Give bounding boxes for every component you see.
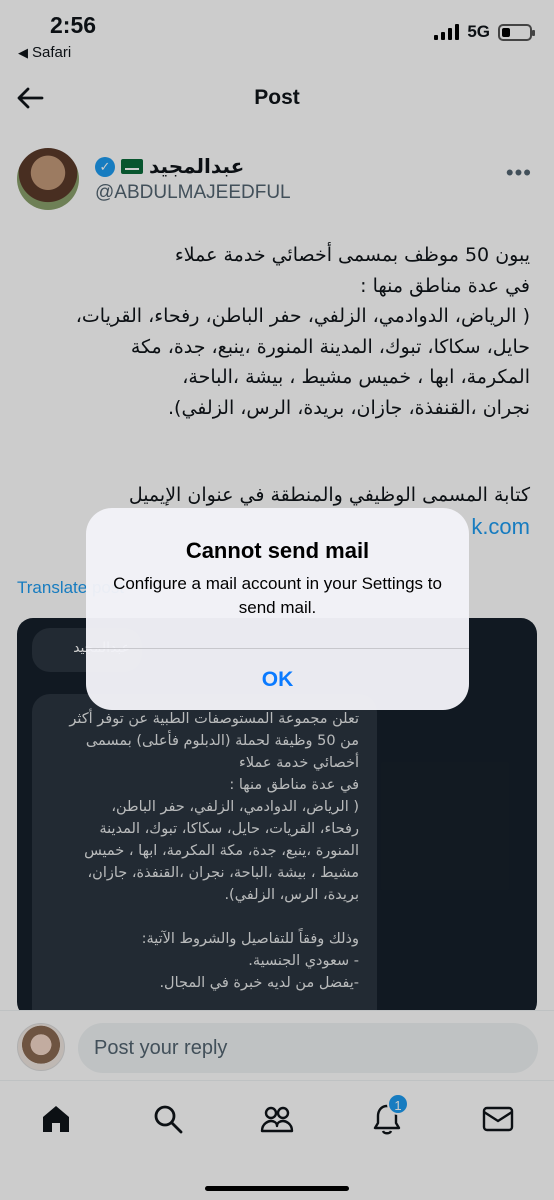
ok-button[interactable]: OK [86, 649, 469, 710]
alert-message: Configure a mail account in your Setting… [113, 574, 442, 617]
cannot-send-mail-alert: Cannot send mail Configure a mail accoun… [86, 508, 469, 710]
alert-title: Cannot send mail [185, 538, 370, 563]
